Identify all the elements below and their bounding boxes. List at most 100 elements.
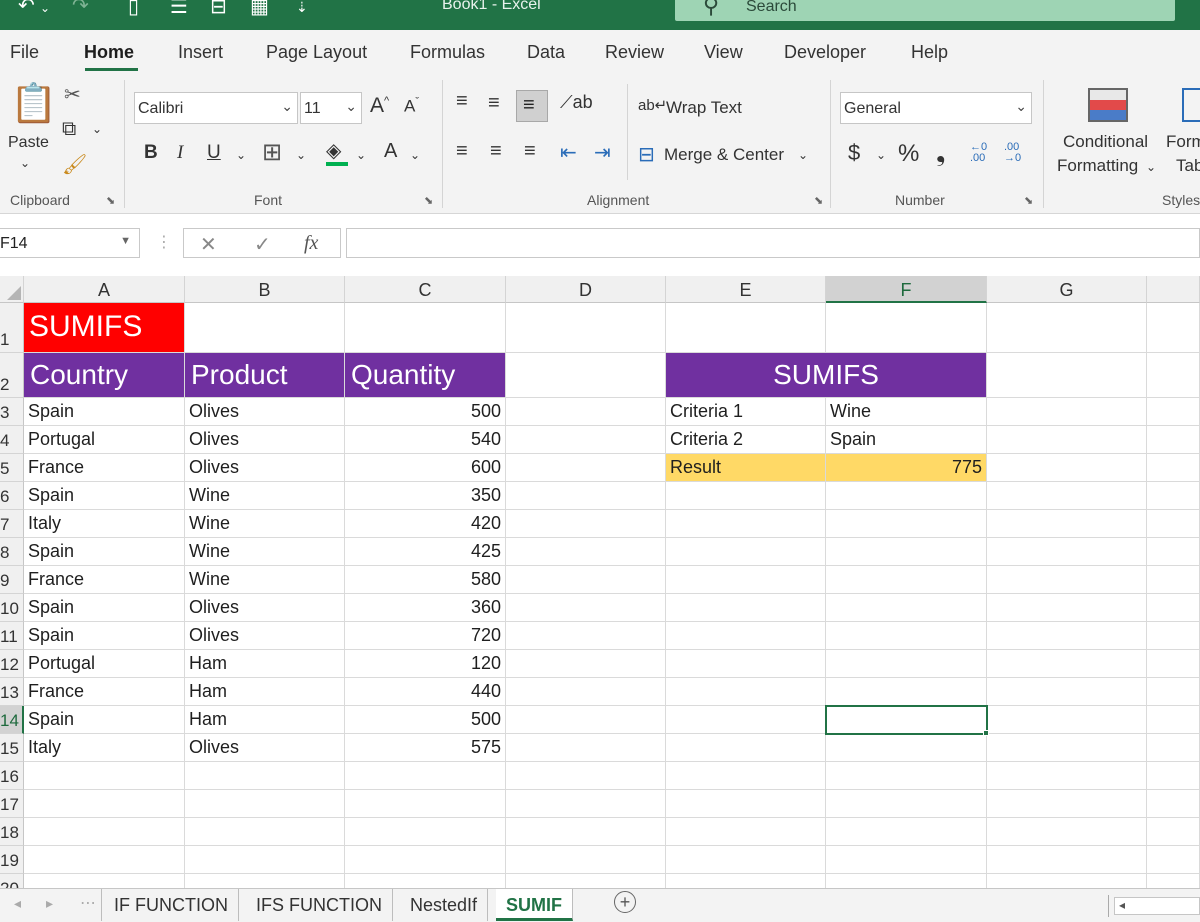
cell[interactable] [666, 482, 826, 510]
currency-button[interactable]: $ [848, 140, 860, 166]
cell[interactable] [987, 398, 1147, 426]
undo-dropdown-icon[interactable]: ⌄ [40, 0, 50, 18]
font-name-select[interactable]: Calibri ⌄ [134, 92, 298, 124]
number-format-select[interactable]: General ⌄ [840, 92, 1032, 124]
font-size-select[interactable]: 11 ⌄ [300, 92, 362, 124]
cell[interactable] [506, 454, 666, 482]
cell[interactable] [506, 678, 666, 706]
cell[interactable] [345, 846, 506, 874]
menu-icon[interactable]: ☰ [170, 0, 188, 17]
decrease-indent-icon[interactable]: ⇤ [560, 140, 577, 165]
row-header-9[interactable]: 9 [0, 566, 24, 594]
scroll-left-arrow-icon[interactable]: ◂ [1119, 898, 1125, 912]
tab-home[interactable]: Home [84, 42, 134, 63]
cell[interactable] [1147, 650, 1200, 678]
cell[interactable] [826, 734, 987, 762]
result-label-cell[interactable]: Result [666, 454, 826, 482]
name-box[interactable]: F14 ▼ [0, 228, 140, 258]
cell[interactable] [506, 650, 666, 678]
cell[interactable] [826, 566, 987, 594]
criteria1-label-cell[interactable]: Criteria 1 [666, 398, 826, 426]
cell[interactable] [185, 846, 345, 874]
undo-icon[interactable]: ↶ [18, 0, 35, 16]
alignment-launcher-icon[interactable]: ⬊ [814, 194, 823, 207]
product-cell[interactable]: Olives [185, 594, 345, 622]
quantity-cell[interactable]: 500 [345, 398, 506, 426]
cell[interactable] [1147, 622, 1200, 650]
product-cell[interactable]: Ham [185, 706, 345, 734]
row-header-4[interactable]: 4 [0, 426, 24, 454]
cell[interactable] [826, 538, 987, 566]
quantity-cell[interactable]: 350 [345, 482, 506, 510]
cell[interactable] [1147, 790, 1200, 818]
cell[interactable] [345, 818, 506, 846]
cell[interactable] [185, 818, 345, 846]
cell[interactable] [666, 706, 826, 734]
cell[interactable] [345, 303, 506, 353]
product-cell[interactable]: Wine [185, 510, 345, 538]
cell[interactable] [987, 762, 1147, 790]
cell[interactable] [1147, 846, 1200, 874]
align-bottom-button[interactable]: ≡ [516, 90, 548, 122]
row-header-14[interactable]: 14 [0, 706, 24, 734]
quantity-cell[interactable]: 500 [345, 706, 506, 734]
align-right-icon[interactable]: ≡ [524, 140, 536, 163]
row-header-10[interactable]: 10 [0, 594, 24, 622]
copy-dropdown-icon[interactable]: ⌄ [92, 122, 102, 136]
align-middle-icon[interactable]: ≡ [488, 92, 500, 115]
cell[interactable] [987, 678, 1147, 706]
quantity-cell[interactable]: 360 [345, 594, 506, 622]
conditional-formatting-line2[interactable]: Formatting [1057, 156, 1138, 176]
country-cell[interactable]: Portugal [24, 426, 185, 454]
cell[interactable] [826, 622, 987, 650]
cell[interactable] [987, 622, 1147, 650]
align-center-icon[interactable]: ≡ [490, 140, 502, 163]
scroll-right-icon[interactable]: ▸ [46, 895, 53, 912]
product-cell[interactable]: Wine [185, 538, 345, 566]
redo-icon[interactable]: ↷ [72, 0, 89, 16]
cell[interactable] [987, 538, 1147, 566]
cell[interactable] [1147, 398, 1200, 426]
sheet-tab-if-function[interactable]: IF FUNCTION [104, 889, 239, 921]
cell[interactable] [506, 398, 666, 426]
column-header-h[interactable] [1147, 276, 1200, 303]
row-header-15[interactable]: 15 [0, 734, 24, 762]
cell[interactable] [1147, 303, 1200, 353]
country-cell[interactable]: Spain [24, 482, 185, 510]
conditional-formatting-icon[interactable] [1088, 88, 1128, 122]
cell[interactable] [506, 538, 666, 566]
product-cell[interactable]: Ham [185, 678, 345, 706]
column-header-d[interactable]: D [506, 276, 666, 303]
cell[interactable] [185, 762, 345, 790]
header-country-cell[interactable]: Country [24, 353, 185, 398]
cell[interactable] [506, 762, 666, 790]
quantity-cell[interactable]: 540 [345, 426, 506, 454]
cell[interactable] [826, 510, 987, 538]
cell[interactable] [1147, 594, 1200, 622]
font-color-button[interactable]: A [384, 140, 397, 163]
cell[interactable] [666, 734, 826, 762]
cell[interactable] [987, 510, 1147, 538]
horizontal-scrollbar[interactable]: ◂ [1114, 897, 1200, 915]
italic-button[interactable]: I [177, 142, 183, 164]
tab-page-layout[interactable]: Page Layout [266, 42, 367, 63]
align-left-icon[interactable]: ≡ [456, 140, 468, 163]
quantity-cell[interactable]: 120 [345, 650, 506, 678]
cell[interactable] [666, 790, 826, 818]
row-header-18[interactable]: 18 [0, 818, 24, 846]
borders-dropdown-icon[interactable]: ⌄ [296, 148, 306, 162]
quantity-cell[interactable]: 600 [345, 454, 506, 482]
cell[interactable] [666, 762, 826, 790]
tab-view[interactable]: View [704, 42, 743, 63]
product-cell[interactable]: Wine [185, 566, 345, 594]
add-sheet-icon[interactable]: + [614, 891, 636, 913]
criteria2-value-cell[interactable]: Spain [826, 426, 987, 454]
country-cell[interactable]: Italy [24, 734, 185, 762]
criteria2-label-cell[interactable]: Criteria 2 [666, 426, 826, 454]
wrap-text-button[interactable]: Wrap Text [666, 98, 742, 118]
cell[interactable] [1147, 818, 1200, 846]
country-cell[interactable]: France [24, 454, 185, 482]
row-header-7[interactable]: 7 [0, 510, 24, 538]
cell[interactable] [185, 303, 345, 353]
font-color-dropdown-icon[interactable]: ⌄ [410, 148, 420, 162]
